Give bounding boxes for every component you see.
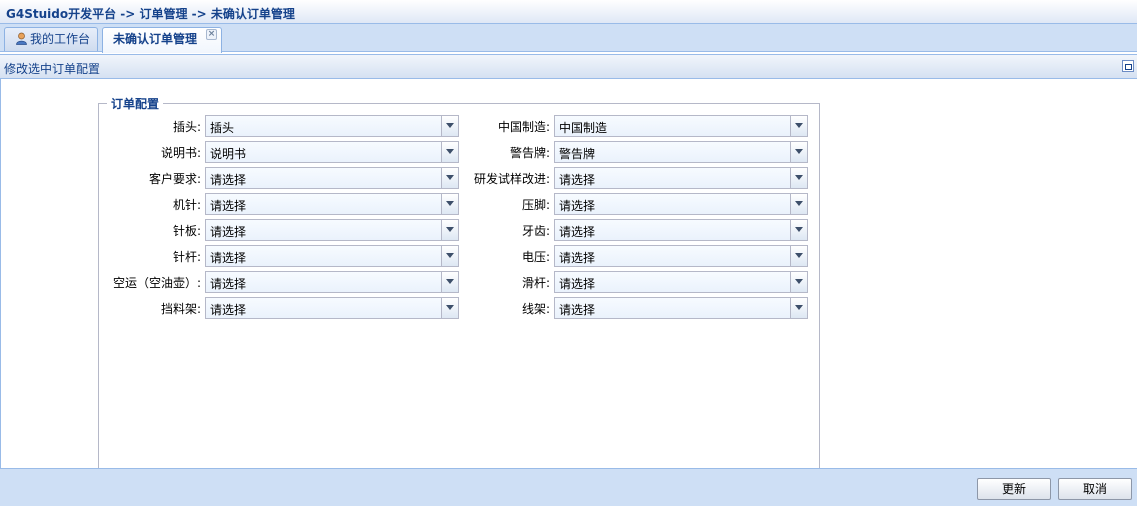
field-label: 牙齿: (521, 224, 550, 238)
select-combo[interactable]: 请选择 (554, 193, 808, 215)
select-combo[interactable]: 请选择 (554, 297, 808, 319)
select-value: 请选择 (559, 225, 596, 239)
right-field-row: 线架: 请选择 (1, 297, 1137, 319)
field-label: 警告牌: (509, 146, 550, 160)
select-value: 中国制造 (559, 121, 608, 135)
chevron-down-icon[interactable] (790, 142, 807, 162)
select-value: 请选择 (559, 303, 596, 317)
select-value: 请选择 (559, 199, 596, 213)
select-combo[interactable]: 请选择 (554, 245, 808, 267)
chevron-down-icon[interactable] (790, 194, 807, 214)
breadcrumb: G4Stuido开发平台 -> 订单管理 -> 未确认订单管理 (6, 7, 295, 21)
field-label: 压脚: (521, 198, 550, 212)
right-field-row: 滑杆: 请选择 (1, 271, 1137, 293)
right-field-row: 牙齿: 请选择 (1, 219, 1137, 241)
chevron-down-icon[interactable] (790, 298, 807, 318)
right-field-row: 研发试样改进: 请选择 (1, 167, 1137, 189)
right-field-row: 电压: 请选择 (1, 245, 1137, 267)
tab-label: 未确认订单管理 (113, 32, 198, 46)
select-combo[interactable]: 中国制造 (554, 115, 808, 137)
field-label: 线架: (521, 302, 550, 316)
right-field-row: 中国制造: 中国制造 (1, 115, 1137, 137)
chevron-down-icon[interactable] (790, 246, 807, 266)
panel-body: 订单配置 插头: 插头 说明书: 说明书 客户要求: 请选择 机针: 请选择 针板: 请选择 针杆:… (0, 79, 1137, 485)
select-combo[interactable]: 请选择 (554, 271, 808, 293)
field-label: 滑杆: (521, 276, 550, 290)
chevron-down-icon[interactable] (790, 116, 807, 136)
select-combo[interactable]: 警告牌 (554, 141, 808, 163)
select-combo[interactable]: 请选择 (554, 219, 808, 241)
select-value: 请选择 (559, 277, 596, 291)
panel-header: 修改选中订单配置 (0, 54, 1137, 79)
chevron-down-icon[interactable] (790, 272, 807, 292)
update-button[interactable]: 更新 (977, 478, 1051, 500)
select-value: 请选择 (559, 173, 596, 187)
select-value: 警告牌 (559, 147, 596, 161)
select-value: 请选择 (559, 251, 596, 265)
user-icon (16, 32, 27, 45)
restore-icon[interactable] (1122, 60, 1134, 72)
field-label: 研发试样改进: (473, 172, 550, 186)
field-label: 电压: (521, 250, 550, 264)
chevron-down-icon[interactable] (790, 168, 807, 188)
right-field-row: 警告牌: 警告牌 (1, 141, 1137, 163)
tab-unconfirmed-orders[interactable]: 未确认订单管理 × (102, 27, 222, 53)
fieldset-legend: 订单配置 (111, 97, 160, 111)
cancel-button[interactable]: 取消 (1058, 478, 1132, 500)
top-bar: G4Stuido开发平台 -> 订单管理 -> 未确认订单管理 (0, 0, 1137, 24)
footer-bar: 更新 取消 (0, 468, 1137, 506)
right-field-row: 压脚: 请选择 (1, 193, 1137, 215)
select-combo[interactable]: 请选择 (554, 167, 808, 189)
close-icon[interactable]: × (206, 29, 217, 40)
chevron-down-icon[interactable] (790, 220, 807, 240)
panel-title: 修改选中订单配置 (4, 62, 101, 76)
field-label: 中国制造: (497, 120, 550, 134)
tab-label: 我的工作台 (30, 32, 91, 46)
tab-workbench[interactable]: 我的工作台 (4, 27, 98, 51)
tab-strip: 我的工作台 未确认订单管理 × (0, 24, 1137, 53)
